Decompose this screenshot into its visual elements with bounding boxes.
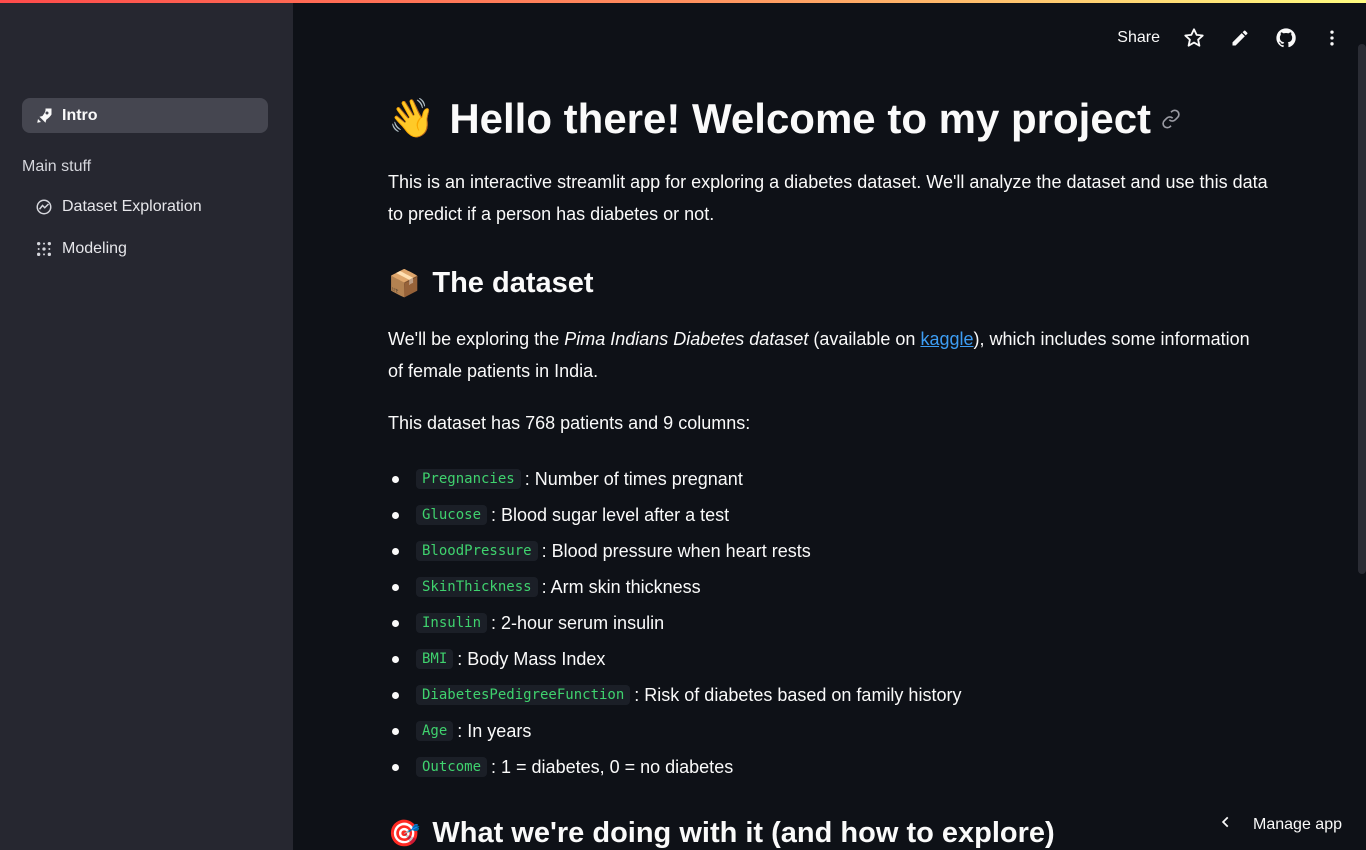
exploration-heading-text: What we're doing with it (and how to exp… (432, 816, 1055, 849)
share-button[interactable]: Share (1117, 29, 1160, 47)
column-code: SkinThickness (416, 577, 538, 597)
column-code: Pregnancies (416, 469, 521, 489)
dataset-paragraph: We'll be exploring the Pima Indians Diab… (388, 323, 1268, 387)
sidebar-item-dataset-exploration[interactable]: Dataset Exploration (22, 189, 268, 224)
sidebar: Intro Main stuff Dataset Exploration Mod… (0, 0, 293, 850)
column-desc: : Blood sugar level after a test (491, 504, 730, 525)
star-icon[interactable] (1182, 26, 1206, 50)
sidebar-item-label: Modeling (62, 239, 127, 257)
dataset-heading: 📦 The dataset (388, 263, 1268, 303)
column-desc: : Risk of diabetes based on family histo… (634, 684, 962, 705)
column-code: BMI (416, 649, 454, 669)
dots-grid-icon (34, 239, 54, 259)
manage-app-button[interactable]: Manage app (1219, 815, 1342, 834)
kaggle-link[interactable]: kaggle (920, 329, 973, 349)
column-desc: : Arm skin thickness (541, 576, 701, 597)
list-item: Pregnancies: Number of times pregnant (392, 461, 1268, 497)
column-desc: : Number of times pregnant (524, 468, 743, 489)
page-title-text: Hello there! Welcome to my project (449, 95, 1152, 142)
intro-paragraph: This is an interactive streamlit app for… (388, 172, 1268, 224)
list-item: Age: In years (392, 713, 1268, 749)
chart-icon (34, 197, 54, 217)
package-icon: 📦 (388, 267, 421, 298)
column-code: Glucose (416, 505, 488, 525)
column-desc: : In years (457, 720, 532, 741)
app-header: Share (1117, 22, 1344, 54)
list-item: DiabetesPedigreeFunction: Risk of diabet… (392, 677, 1268, 713)
main-content: 👋 Hello there! Welcome to my project Thi… (388, 88, 1268, 850)
sidebar-item-intro[interactable]: Intro (22, 98, 268, 133)
sidebar-item-label: Intro (62, 106, 98, 124)
column-desc: : Body Mass Index (457, 648, 606, 669)
column-desc: : 1 = diabetes, 0 = no diabetes (491, 756, 734, 777)
edit-pencil-icon[interactable] (1228, 26, 1252, 50)
top-decoration-bar (0, 0, 1366, 3)
list-item: Glucose: Blood sugar level after a test (392, 497, 1268, 533)
columns-list: Pregnancies: Number of times pregnant Gl… (388, 461, 1268, 785)
column-code: Insulin (416, 613, 488, 633)
sidebar-section-label: Main stuff (22, 158, 92, 175)
columns-intro: This dataset has 768 patients and 9 colu… (388, 413, 751, 433)
github-icon[interactable] (1274, 26, 1298, 50)
column-desc: : Blood pressure when heart rests (541, 540, 811, 561)
rocket-icon (34, 106, 54, 126)
dataset-text-mid: (available on (808, 329, 921, 349)
exploration-heading: 🎯 What we're doing with it (and how to e… (388, 813, 1268, 850)
sidebar-item-modeling[interactable]: Modeling (22, 231, 268, 266)
sidebar-item-label: Dataset Exploration (62, 197, 202, 215)
column-code: Outcome (416, 757, 488, 777)
chevron-left-icon (1219, 815, 1233, 834)
dataset-name-emphasis: Pima Indians Diabetes dataset (564, 329, 809, 349)
anchor-link-icon[interactable] (1161, 108, 1183, 130)
list-item: Insulin: 2-hour serum insulin (392, 605, 1268, 641)
list-item: BloodPressure: Blood pressure when heart… (392, 533, 1268, 569)
list-item: Outcome: 1 = diabetes, 0 = no diabetes (392, 749, 1268, 785)
more-vertical-icon[interactable] (1320, 26, 1344, 50)
dataset-heading-text: The dataset (432, 266, 594, 299)
waving-hand-icon: 👋 (388, 98, 436, 140)
column-code: Age (416, 721, 454, 741)
scrollbar[interactable] (1358, 44, 1366, 574)
list-item: BMI: Body Mass Index (392, 641, 1268, 677)
page-title: 👋 Hello there! Welcome to my project (388, 88, 1268, 150)
column-code: BloodPressure (416, 541, 538, 561)
column-desc: : 2-hour serum insulin (491, 612, 665, 633)
target-icon: 🎯 (388, 817, 421, 848)
column-code: DiabetesPedigreeFunction (416, 685, 631, 705)
dataset-text-before: We'll be exploring the (388, 329, 565, 349)
list-item: SkinThickness: Arm skin thickness (392, 569, 1268, 605)
manage-app-label: Manage app (1253, 815, 1342, 833)
